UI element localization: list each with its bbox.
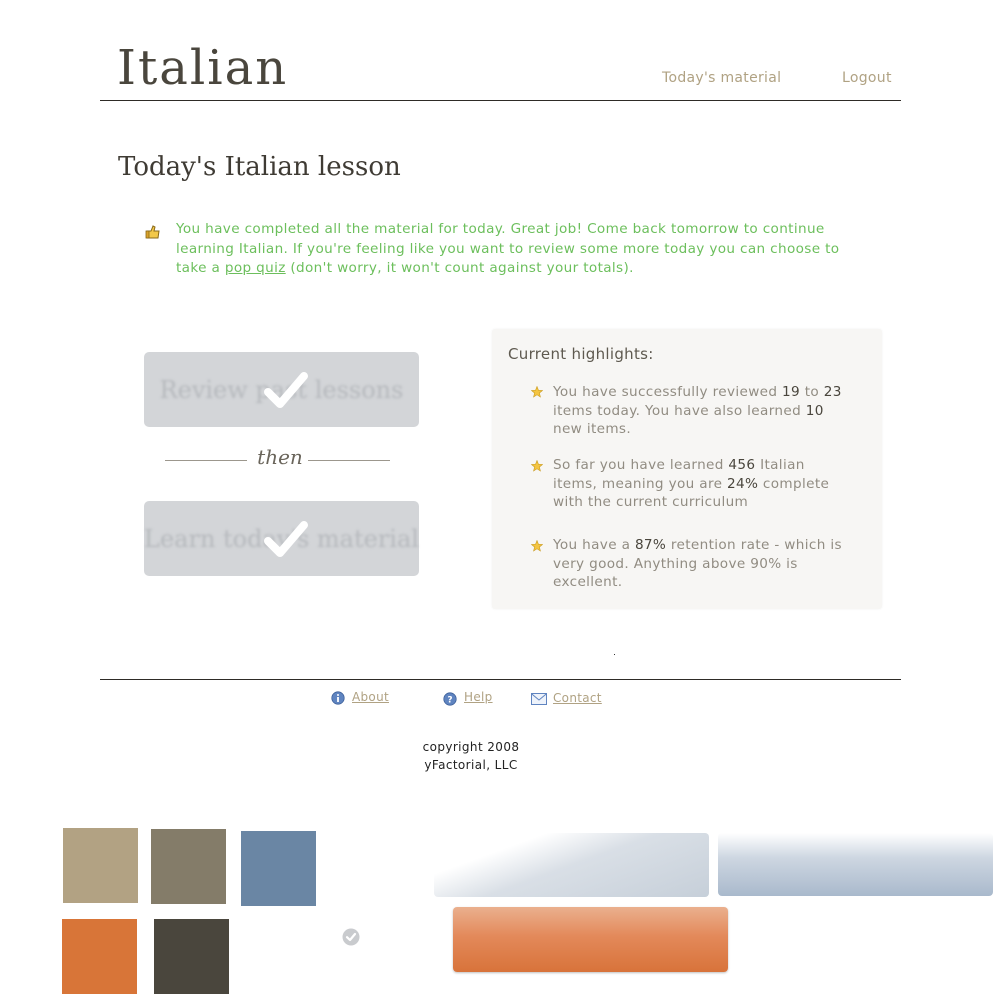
nav-logout[interactable]: Logout — [842, 70, 892, 86]
gradient-bar-blue — [718, 833, 993, 896]
header-divider — [100, 100, 901, 101]
learn-todays-material-button[interactable]: Learn today's material — [144, 501, 419, 576]
nav-todays-material[interactable]: Today's material — [662, 70, 781, 86]
thumbs-up-icon — [145, 224, 161, 240]
swatch-tan — [63, 828, 138, 903]
page-title: Today's Italian lesson — [118, 152, 401, 182]
highlight-item-retention: You have a 87% retention rate - which is… — [553, 537, 842, 590]
check-icon — [264, 521, 308, 557]
small-check-icon — [342, 928, 360, 946]
swatch-taupe — [151, 829, 226, 904]
swatch-charcoal — [154, 919, 229, 994]
star-icon — [531, 540, 543, 552]
then-label: then — [257, 445, 303, 469]
highlights-title: Current highlights: — [508, 345, 654, 363]
stray-dot — [614, 654, 615, 655]
gradient-bar-orange — [453, 907, 728, 972]
footer-divider — [100, 679, 901, 680]
swatch-orange — [62, 919, 137, 994]
highlight-item-progress: So far you have learned 456 Italian item… — [553, 457, 830, 510]
highlight-item-reviewed: You have successfully reviewed 19 to 23 … — [553, 384, 842, 437]
pop-quiz-link[interactable]: pop quiz — [225, 260, 286, 276]
copyright-line-2: yFactorial, LLC — [424, 758, 518, 772]
then-divider-right — [308, 460, 390, 461]
svg-text:?: ? — [447, 696, 452, 706]
footer-contact-link[interactable]: Contact — [553, 691, 602, 705]
notice-text-after: (don't worry, it won't count against you… — [285, 260, 634, 276]
star-icon — [531, 386, 543, 398]
footer-about-link[interactable]: About — [352, 690, 389, 704]
swatch-blue — [241, 831, 316, 906]
site-logo: Italian — [117, 40, 289, 96]
envelope-icon — [531, 693, 547, 705]
copyright-line-1: copyright 2008 — [422, 740, 520, 754]
gradient-bar-light-blue — [434, 833, 709, 897]
footer-help-link[interactable]: Help — [464, 690, 493, 704]
star-icon — [531, 460, 543, 472]
check-icon — [264, 372, 308, 408]
review-past-lessons-button[interactable]: Review past lessons — [144, 352, 419, 427]
completion-notice: You have completed all the material for … — [176, 220, 866, 279]
help-icon: ? — [443, 692, 457, 706]
then-divider-left — [165, 460, 247, 461]
info-icon — [331, 691, 345, 705]
